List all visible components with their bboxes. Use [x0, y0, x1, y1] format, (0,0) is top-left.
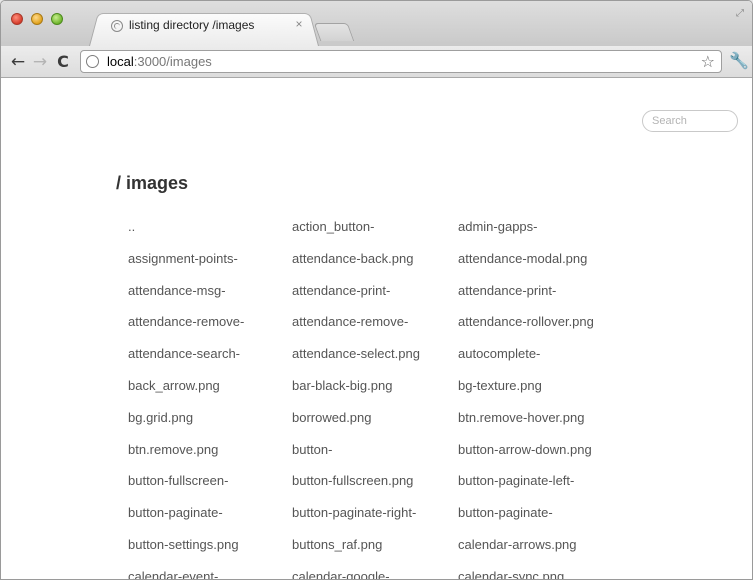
page-title: / images: [116, 173, 189, 193]
file-listing: .. action_button-admin-gapps-assignment-p…: [128, 219, 618, 579]
file-link[interactable]: calendar-event-: [128, 569, 292, 579]
file-link[interactable]: borrowed.png: [292, 410, 458, 442]
reload-icon[interactable]: C: [53, 52, 73, 72]
file-link[interactable]: button-settings.png: [128, 537, 292, 569]
file-link[interactable]: action_button-: [292, 219, 458, 251]
active-tab[interactable]: listing directory /images ×: [89, 10, 319, 47]
file-link[interactable]: button-paginate-: [128, 505, 292, 537]
url-text[interactable]: local:3000/images: [107, 54, 212, 69]
file-link[interactable]: btn.remove.png: [128, 442, 292, 474]
file-link[interactable]: button-paginate-: [458, 505, 618, 537]
new-tab-button[interactable]: [313, 23, 355, 41]
file-link[interactable]: bg.grid.png: [128, 410, 292, 442]
tab-strip: listing directory /images × ⤢: [1, 1, 752, 47]
tab-title: listing directory /images: [129, 18, 255, 32]
file-link[interactable]: btn.remove-hover.png: [458, 410, 618, 442]
file-link[interactable]: attendance-rollover.png: [458, 314, 618, 346]
browser-window: listing directory /images × ⤢ ← → C loca…: [0, 0, 753, 580]
minimize-window-button[interactable]: [31, 13, 43, 25]
close-window-button[interactable]: [11, 13, 23, 25]
file-link[interactable]: assignment-points-: [128, 251, 292, 283]
address-bar[interactable]: local:3000/images ☆: [80, 50, 722, 73]
zoom-window-button[interactable]: [51, 13, 63, 25]
url-host: local: [107, 54, 134, 69]
file-link[interactable]: attendance-print-: [292, 283, 458, 315]
file-link[interactable]: attendance-back.png: [292, 251, 458, 283]
file-link[interactable]: attendance-select.png: [292, 346, 458, 378]
file-link[interactable]: autocomplete-: [458, 346, 618, 378]
globe-icon: [86, 55, 99, 68]
browser-toolbar: ← → C local:3000/images ☆ 🔧: [1, 46, 752, 78]
file-link[interactable]: button-paginate-right-: [292, 505, 458, 537]
file-link[interactable]: calendar-sync.png: [458, 569, 618, 579]
file-link[interactable]: button-arrow-down.png: [458, 442, 618, 474]
file-link[interactable]: back_arrow.png: [128, 378, 292, 410]
globe-icon: [111, 20, 123, 32]
fullscreen-icon[interactable]: ⤢: [736, 9, 746, 19]
bookmark-star-icon[interactable]: ☆: [701, 52, 715, 71]
file-link[interactable]: button-fullscreen.png: [292, 473, 458, 505]
url-path: :3000/images: [133, 54, 212, 69]
file-link[interactable]: attendance-remove-: [128, 314, 292, 346]
file-link[interactable]: button-fullscreen-: [128, 473, 292, 505]
file-link[interactable]: attendance-modal.png: [458, 251, 618, 283]
page-content: / images ..action_button-admin-gapps-ass…: [1, 78, 752, 579]
search-input[interactable]: [642, 110, 738, 132]
forward-arrow-icon[interactable]: →: [30, 52, 50, 72]
file-link[interactable]: calendar-arrows.png: [458, 537, 618, 569]
wrench-menu-icon[interactable]: 🔧: [729, 51, 749, 71]
file-link[interactable]: bg-texture.png: [458, 378, 618, 410]
tab-close-icon[interactable]: ×: [292, 17, 306, 31]
file-link[interactable]: attendance-search-: [128, 346, 292, 378]
file-link[interactable]: bar-black-big.png: [292, 378, 458, 410]
file-link[interactable]: attendance-remove-: [292, 314, 458, 346]
file-link[interactable]: calendar-google-: [292, 569, 458, 579]
file-link[interactable]: attendance-print-: [458, 283, 618, 315]
file-link[interactable]: admin-gapps-: [458, 219, 618, 251]
file-link[interactable]: attendance-msg-: [128, 283, 292, 315]
file-link[interactable]: ..: [128, 219, 292, 251]
file-link[interactable]: buttons_raf.png: [292, 537, 458, 569]
file-link[interactable]: button-paginate-left-: [458, 473, 618, 505]
file-link[interactable]: button-: [292, 442, 458, 474]
back-arrow-icon[interactable]: ←: [8, 52, 28, 72]
